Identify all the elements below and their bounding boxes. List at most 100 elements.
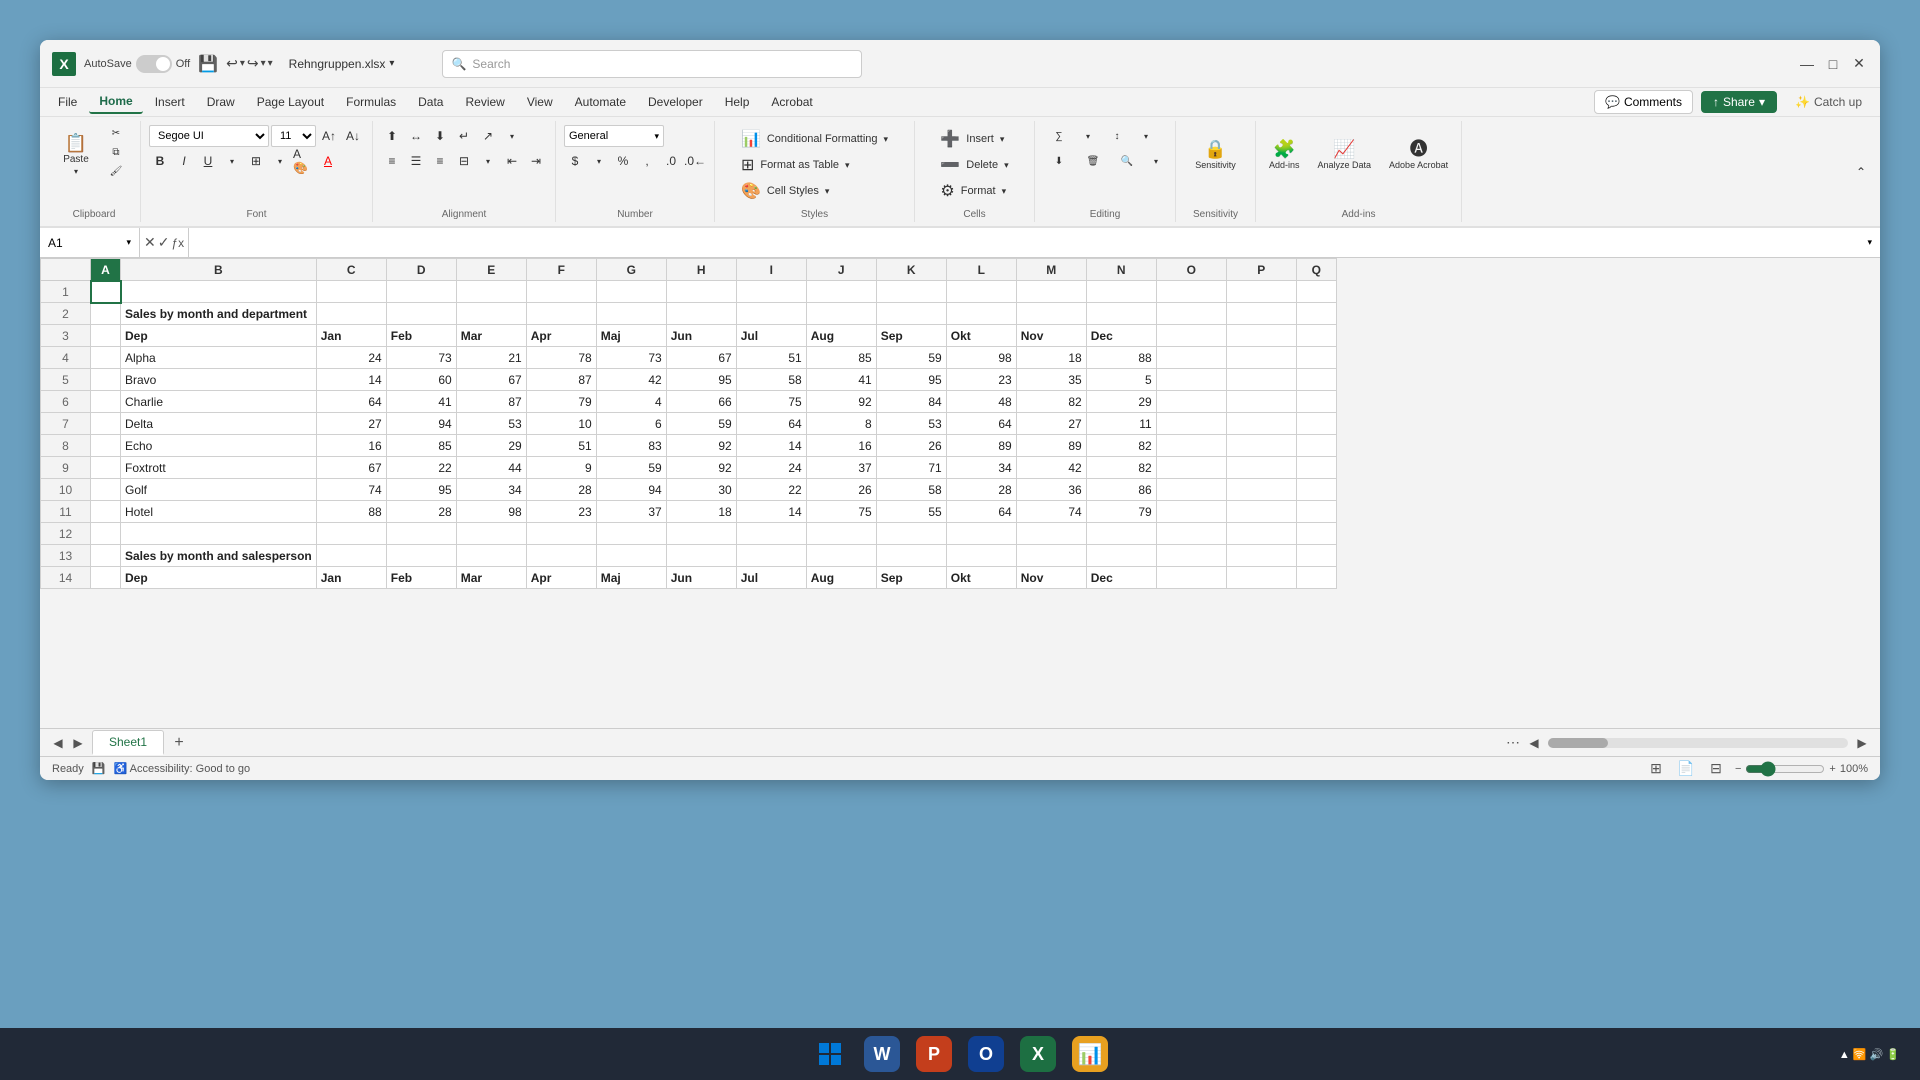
sheet-nav-left[interactable]: ◀ bbox=[48, 733, 68, 753]
cell[interactable]: 73 bbox=[596, 347, 666, 369]
cell[interactable]: Maj bbox=[596, 567, 666, 589]
cell[interactable]: 82 bbox=[1086, 435, 1156, 457]
cell[interactable]: 79 bbox=[1086, 501, 1156, 523]
menu-acrobat[interactable]: Acrobat bbox=[761, 91, 822, 113]
cell[interactable]: 21 bbox=[456, 347, 526, 369]
ribbon-collapse-button[interactable]: ⌃ bbox=[1850, 161, 1872, 183]
cell[interactable] bbox=[1296, 391, 1336, 413]
cell[interactable]: 83 bbox=[596, 435, 666, 457]
cell[interactable]: 95 bbox=[386, 479, 456, 501]
cell[interactable] bbox=[1156, 523, 1226, 545]
cell[interactable]: 84 bbox=[876, 391, 946, 413]
cell-ref-dropdown[interactable]: ▾ bbox=[126, 237, 131, 248]
cell[interactable]: Sales by month and salesperson bbox=[121, 545, 317, 567]
col-header-O[interactable]: O bbox=[1156, 259, 1226, 281]
cancel-formula-icon[interactable]: ✕ bbox=[144, 234, 156, 251]
cell[interactable] bbox=[806, 523, 876, 545]
cell[interactable]: 29 bbox=[456, 435, 526, 457]
taskbar-powerpoint-icon[interactable]: P bbox=[916, 1036, 952, 1072]
cell[interactable]: Aug bbox=[806, 567, 876, 589]
cell[interactable] bbox=[91, 413, 121, 435]
cell[interactable] bbox=[1226, 325, 1296, 347]
cell[interactable]: Jun bbox=[666, 325, 736, 347]
cell[interactable]: 34 bbox=[946, 457, 1016, 479]
cell[interactable]: 6 bbox=[596, 413, 666, 435]
cell[interactable]: Foxtrott bbox=[121, 457, 317, 479]
align-right-button[interactable]: ≡ bbox=[429, 150, 451, 172]
cell[interactable] bbox=[456, 545, 526, 567]
menu-page-layout[interactable]: Page Layout bbox=[247, 91, 334, 113]
cell[interactable] bbox=[596, 303, 666, 325]
cell[interactable]: 35 bbox=[1016, 369, 1086, 391]
cell[interactable] bbox=[91, 479, 121, 501]
minimize-button[interactable]: — bbox=[1798, 55, 1816, 73]
cell[interactable]: Nov bbox=[1016, 325, 1086, 347]
customize-qat-icon[interactable]: ▾ bbox=[268, 58, 273, 69]
cell[interactable]: 27 bbox=[1016, 413, 1086, 435]
menu-formulas[interactable]: Formulas bbox=[336, 91, 406, 113]
menu-review[interactable]: Review bbox=[455, 91, 514, 113]
cell[interactable]: 34 bbox=[456, 479, 526, 501]
cell[interactable]: 66 bbox=[666, 391, 736, 413]
cell[interactable] bbox=[1226, 523, 1296, 545]
decrease-font-button[interactable]: A↓ bbox=[342, 125, 364, 147]
cell[interactable] bbox=[91, 369, 121, 391]
cell[interactable]: 82 bbox=[1016, 391, 1086, 413]
cell[interactable]: Nov bbox=[1016, 567, 1086, 589]
cell[interactable] bbox=[456, 523, 526, 545]
col-header-M[interactable]: M bbox=[1016, 259, 1086, 281]
comma-button[interactable]: , bbox=[636, 150, 658, 172]
increase-decimal-button[interactable]: .0 bbox=[660, 150, 682, 172]
cell[interactable]: Golf bbox=[121, 479, 317, 501]
fill-color-button[interactable]: A🎨 bbox=[293, 150, 315, 172]
sort-dropdown[interactable]: ▾ bbox=[1135, 125, 1157, 147]
cell[interactable] bbox=[1296, 523, 1336, 545]
cell[interactable] bbox=[526, 545, 596, 567]
cell[interactable]: 85 bbox=[806, 347, 876, 369]
menu-insert[interactable]: Insert bbox=[145, 91, 195, 113]
scrollbar-left-btn[interactable]: ◀ bbox=[1524, 733, 1544, 753]
cell[interactable] bbox=[1226, 457, 1296, 479]
cell[interactable]: 59 bbox=[876, 347, 946, 369]
sheet-nav-right[interactable]: ▶ bbox=[68, 733, 88, 753]
cell[interactable]: Alpha bbox=[121, 347, 317, 369]
cell[interactable]: 29 bbox=[1086, 391, 1156, 413]
cell[interactable] bbox=[666, 303, 736, 325]
cell[interactable]: 16 bbox=[806, 435, 876, 457]
cell[interactable] bbox=[736, 303, 806, 325]
cell[interactable]: 58 bbox=[876, 479, 946, 501]
cell[interactable] bbox=[806, 281, 876, 303]
cell[interactable]: 14 bbox=[736, 435, 806, 457]
cell[interactable]: Mar bbox=[456, 567, 526, 589]
cell[interactable]: 5 bbox=[1086, 369, 1156, 391]
cell[interactable]: 48 bbox=[946, 391, 1016, 413]
cell[interactable]: Sep bbox=[876, 325, 946, 347]
cell[interactable]: 64 bbox=[946, 413, 1016, 435]
cell[interactable]: 92 bbox=[806, 391, 876, 413]
analyze-data-button[interactable]: 📈 Analyze Data bbox=[1313, 125, 1377, 185]
paste-button[interactable]: 📋 Paste ▾ bbox=[56, 125, 96, 185]
cell[interactable] bbox=[1296, 545, 1336, 567]
cell[interactable] bbox=[1296, 501, 1336, 523]
cell[interactable] bbox=[91, 391, 121, 413]
font-color-button[interactable]: A bbox=[317, 150, 339, 172]
cell[interactable] bbox=[91, 347, 121, 369]
page-layout-view-button[interactable]: 📄 bbox=[1675, 758, 1697, 780]
cell[interactable]: 26 bbox=[806, 479, 876, 501]
addins-button[interactable]: 🧩 Add-ins bbox=[1264, 125, 1305, 185]
cell[interactable]: Dep bbox=[121, 567, 317, 589]
decrease-decimal-button[interactable]: .0← bbox=[684, 150, 706, 172]
number-format-select[interactable]: General ▾ bbox=[564, 125, 664, 147]
cell[interactable]: Maj bbox=[596, 325, 666, 347]
cell[interactable]: 28 bbox=[526, 479, 596, 501]
menu-home[interactable]: Home bbox=[89, 90, 142, 114]
cell[interactable]: 4 bbox=[596, 391, 666, 413]
cell[interactable] bbox=[1016, 303, 1086, 325]
col-header-B[interactable]: B bbox=[121, 259, 317, 281]
find-dropdown[interactable]: ▾ bbox=[1145, 150, 1167, 172]
cell[interactable] bbox=[121, 281, 317, 303]
col-header-I[interactable]: I bbox=[736, 259, 806, 281]
col-header-Q[interactable]: Q bbox=[1296, 259, 1336, 281]
cell[interactable]: Feb bbox=[386, 325, 456, 347]
redo-dropdown-icon[interactable]: ▾ bbox=[261, 58, 266, 69]
